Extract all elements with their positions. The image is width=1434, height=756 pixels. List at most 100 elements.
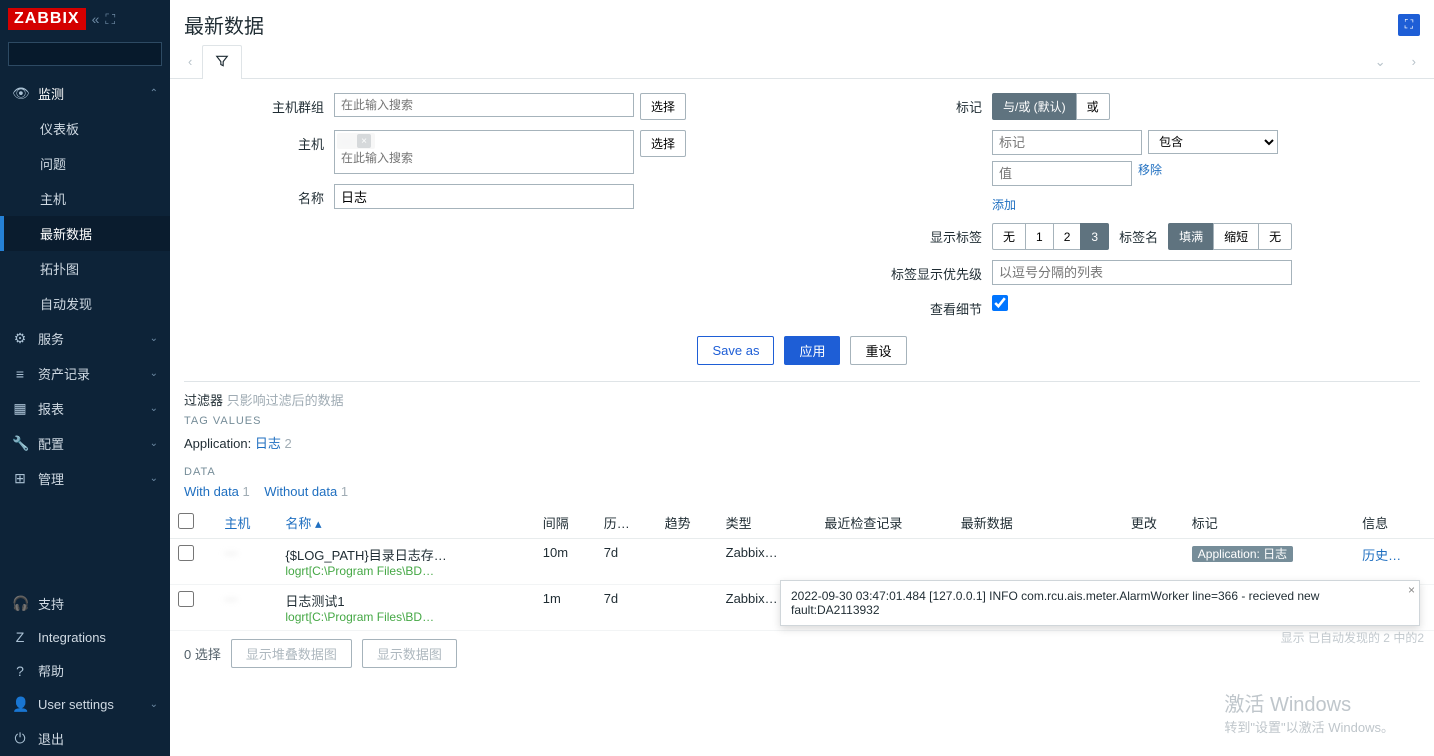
tag-remove-link[interactable]: 移除 (1138, 161, 1162, 178)
nav-footer-3[interactable]: 👤User settings⌄ (0, 688, 170, 721)
label-host: 主机 (184, 130, 334, 153)
tag-name-input[interactable] (992, 130, 1142, 155)
value-tooltip: × 2022-09-30 03:47:01.484 [127.0.0.1] IN… (780, 580, 1420, 626)
host-input[interactable] (337, 149, 631, 167)
host-multiselect[interactable]: —× (334, 130, 634, 174)
nav-monitoring-label: 监测 (38, 84, 64, 103)
nav-section-4[interactable]: ⊞管理⌄ (0, 461, 170, 496)
item-name[interactable]: {$LOG_PATH}目录日志存… (285, 545, 526, 564)
tag-andor-and[interactable]: 与/或 (默认) (992, 93, 1077, 120)
nav-footer-1[interactable]: ZIntegrations (0, 621, 170, 653)
nav-footer-2[interactable]: ?帮助 (0, 653, 170, 688)
col-7: 最新数据 (953, 507, 1123, 539)
filter-tabs: ‹ ⌄ › (170, 45, 1434, 79)
nav-footer-0[interactable]: 🎧支持 (0, 586, 170, 621)
col-6: 最近检查记录 (816, 507, 952, 539)
apply-button[interactable]: 应用 (784, 336, 840, 365)
nav-section-0[interactable]: ⚙服务⌄ (0, 321, 170, 356)
withdata-count: 1 (243, 484, 250, 499)
name-input[interactable] (334, 184, 634, 209)
host-group-select-btn[interactable]: 选择 (640, 93, 686, 120)
table-row: —{$LOG_PATH}目录日志存…logrt[C:\Program Files… (170, 539, 1434, 585)
sf-app-value[interactable]: 日志 (255, 436, 281, 451)
sf-app-count: 2 (284, 436, 291, 451)
label-details: 查看细节 (842, 295, 992, 318)
host-cell[interactable]: — (224, 591, 237, 606)
col-0[interactable]: 主机 (216, 507, 277, 539)
host-cell[interactable]: — (224, 545, 237, 560)
sidebar-item-2[interactable]: 主机 (0, 181, 170, 216)
col-3: 历… (596, 507, 657, 539)
host-group-input[interactable] (337, 96, 631, 114)
filter-tab-active[interactable] (202, 45, 242, 79)
withdata-link[interactable]: With data (184, 484, 239, 499)
data-heading: DATA (184, 466, 1420, 478)
tabs-next[interactable]: › (1402, 48, 1426, 76)
tag-andor-or[interactable]: 或 (1076, 93, 1110, 120)
filter-icon (215, 54, 229, 68)
showtags-1[interactable]: 1 (1025, 223, 1054, 250)
sidebar-item-1[interactable]: 问题 (0, 146, 170, 181)
select-all[interactable] (178, 513, 194, 529)
sidebar: ZABBIX « ⛶ 🔍 👁 监测 ⌃ 仪表板问题主机最新数据拓扑图自动发现 ⚙… (0, 0, 170, 756)
search-box[interactable]: 🔍 (8, 42, 162, 66)
filter-expand[interactable]: ⌄ (1365, 48, 1396, 76)
label-tag: 标记 (842, 93, 992, 116)
stacked-graph-button[interactable]: 显示堆叠数据图 (231, 639, 352, 668)
tag-add-link[interactable]: 添加 (992, 196, 1016, 213)
col-8: 更改 (1123, 507, 1184, 539)
withoutdata-link[interactable]: Without data (264, 484, 337, 499)
showtags-2[interactable]: 2 (1053, 223, 1082, 250)
eye-icon: 👁 (12, 85, 28, 102)
row-checkbox[interactable] (178, 591, 194, 607)
nav-footer-4[interactable]: ⏻退出 (0, 721, 170, 756)
graph-button[interactable]: 显示数据图 (362, 639, 457, 668)
nav-monitoring[interactable]: 👁 监测 ⌃ (0, 76, 170, 111)
col-10: 信息 (1354, 507, 1434, 539)
label-name: 名称 (184, 184, 334, 207)
selected-count: 0 选择 (184, 644, 221, 663)
host-select-btn[interactable]: 选择 (640, 130, 686, 157)
showtags-0[interactable]: 无 (992, 223, 1026, 250)
showtags-3[interactable]: 3 (1080, 223, 1109, 250)
tag-value-input[interactable] (992, 161, 1132, 186)
item-key: logrt[C:\Program Files\BD… (285, 610, 526, 624)
search-input[interactable] (15, 47, 192, 62)
logo[interactable]: ZABBIX (8, 8, 86, 30)
item-name[interactable]: 日志测试1 (285, 591, 526, 610)
save-as-button[interactable]: Save as (697, 336, 774, 365)
tag-op-select[interactable]: 包含 (1148, 130, 1278, 154)
tooltip-close[interactable]: × (1408, 583, 1415, 597)
details-checkbox[interactable] (992, 295, 1008, 311)
sidebar-item-3[interactable]: 最新数据 (0, 216, 170, 251)
kiosk-button[interactable]: ⛶ (1398, 14, 1420, 36)
sidebar-item-0[interactable]: 仪表板 (0, 111, 170, 146)
tag-name-seg: 填满缩短无 (1168, 223, 1292, 250)
sidebar-collapse[interactable]: « (92, 11, 100, 27)
tabs-prev[interactable]: ‹ (178, 48, 202, 75)
col-1[interactable]: 名称 ▴ (277, 507, 534, 539)
nav-section-1[interactable]: ≡资产记录⌄ (0, 356, 170, 391)
tagname-2[interactable]: 无 (1258, 223, 1292, 250)
sf-app-label: Application: (184, 436, 251, 451)
tagvalues-heading: TAG VALUES (184, 415, 1420, 427)
tagname-1[interactable]: 缩短 (1213, 223, 1259, 250)
discovered-note: 显示 已自动发现的 2 中的2 (1281, 629, 1424, 646)
row-checkbox[interactable] (178, 545, 194, 561)
nav-section-2[interactable]: ▦报表⌄ (0, 391, 170, 426)
remove-host-icon[interactable]: × (357, 134, 371, 148)
history-link[interactable]: 历史… (1362, 548, 1401, 563)
sidebar-item-5[interactable]: 自动发现 (0, 286, 170, 321)
sidebar-hide[interactable]: ⛶ (105, 11, 115, 28)
host-group-multiselect[interactable] (334, 93, 634, 117)
label-tag-name: 标签名 (1119, 227, 1158, 246)
sidebar-item-4[interactable]: 拓扑图 (0, 251, 170, 286)
tag-chip[interactable]: Application: 日志 (1192, 546, 1293, 562)
tag-andor-seg: 与/或 (默认) 或 (992, 93, 1110, 120)
nav-section-3[interactable]: 🔧配置⌄ (0, 426, 170, 461)
tagname-0[interactable]: 填满 (1168, 223, 1214, 250)
host-tag[interactable]: —× (337, 133, 375, 149)
tag-priority-input[interactable] (992, 260, 1292, 285)
col-9: 标记 (1184, 507, 1354, 539)
reset-button[interactable]: 重设 (850, 336, 906, 365)
